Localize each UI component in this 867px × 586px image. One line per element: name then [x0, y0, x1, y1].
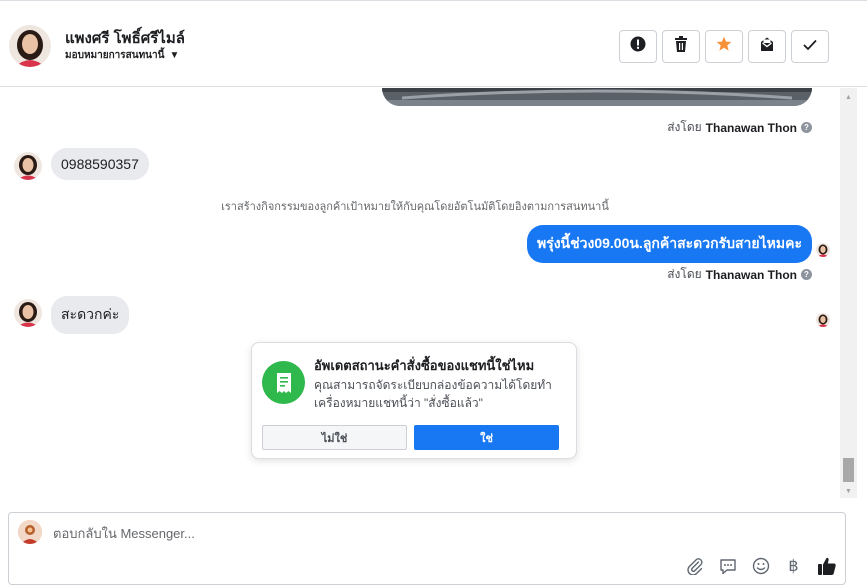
- info-icon[interactable]: ?: [801, 269, 812, 280]
- scrollbar-thumb[interactable]: [843, 458, 854, 482]
- sender-name[interactable]: Thanawan Thon: [706, 121, 797, 135]
- prompt-body: คุณสามารถจัดระเบียบกล่องข้อความได้โดยทำเ…: [314, 378, 552, 410]
- no-button[interactable]: ไม่ใช่: [262, 425, 407, 450]
- caret-down-icon: ▼: [169, 50, 180, 61]
- receipt-icon: [262, 361, 305, 404]
- scroll-down-icon[interactable]: ▼: [840, 484, 857, 498]
- yes-button[interactable]: ใช่: [414, 425, 559, 450]
- conversation-header: แพงศรี โพธิ์ศรีไมล์ มอบหมายการสนทนานี้ ▼: [0, 0, 867, 87]
- saved-reply-icon[interactable]: [717, 555, 738, 576]
- mark-unread-button[interactable]: [748, 30, 786, 63]
- prompt-title: อัพเดตสถานะคำสั่งซื้อของแชทนี้ใช่ไหม: [314, 358, 535, 373]
- assign-conversation-dropdown[interactable]: มอบหมายการสนทนานี้ ▼: [65, 48, 179, 63]
- info-icon[interactable]: ?: [801, 122, 812, 133]
- reply-input[interactable]: [53, 526, 653, 541]
- mark-done-button[interactable]: [791, 30, 829, 63]
- emoji-icon[interactable]: [750, 555, 771, 576]
- baht-icon[interactable]: ฿: [783, 555, 804, 576]
- scroll-up-icon[interactable]: ▲: [840, 90, 857, 104]
- star-button[interactable]: [705, 30, 743, 63]
- check-icon: [803, 38, 817, 56]
- order-status-prompt: อัพเดตสถานะคำสั่งซื้อของแชทนี้ใช่ไหม คุณ…: [251, 342, 577, 459]
- sent-by-label: ส่งโดย Thanawan Thon ?: [667, 265, 812, 284]
- delete-button[interactable]: [662, 30, 700, 63]
- contact-name[interactable]: แพงศรี โพธิ์ศรีไมล์: [65, 26, 185, 50]
- seen-avatar: [816, 313, 830, 327]
- incoming-message[interactable]: 0988590357: [51, 148, 149, 180]
- assign-label: มอบหมายการสนทนานี้: [65, 50, 165, 61]
- thread-scrollbar[interactable]: ▲ ▼: [840, 88, 857, 498]
- header-actions: [619, 30, 829, 63]
- reply-composer: ฿: [8, 512, 846, 585]
- sent-image-attachment[interactable]: [382, 88, 812, 106]
- mark-spam-button[interactable]: [619, 30, 657, 63]
- star-icon: [716, 36, 732, 57]
- paperclip-icon[interactable]: [684, 555, 705, 576]
- incoming-message[interactable]: สะดวกค่ะ: [51, 296, 130, 334]
- contact-avatar[interactable]: [9, 25, 51, 67]
- composer-tools: ฿: [684, 555, 837, 576]
- outgoing-message[interactable]: พรุ่งนี้ช่วง09.00น.ลูกค้าสะดวกรับสายไหมค…: [526, 225, 812, 263]
- system-note: เราสร้างกิจกรรมของลูกค้าเป้าหมายให้กับคุ…: [221, 201, 609, 213]
- contact-message-avatar: [14, 152, 42, 180]
- messenger-inbox: แพงศรี โพธิ์ศรีไมล์ มอบหมายการสนทนานี้ ▼: [0, 0, 867, 586]
- trash-icon: [674, 36, 688, 57]
- sent-by-prefix: ส่งโดย: [667, 267, 702, 281]
- mail-icon: [759, 36, 775, 57]
- page-avatar: [18, 520, 42, 544]
- contact-message-avatar: [14, 299, 42, 327]
- sent-by-prefix: ส่งโดย: [667, 120, 702, 134]
- thumbs-up-icon[interactable]: [816, 555, 837, 576]
- seen-avatar: [816, 243, 830, 257]
- sent-by-label: ส่งโดย Thanawan Thon ?: [667, 118, 812, 137]
- sender-name[interactable]: Thanawan Thon: [706, 268, 797, 282]
- alert-icon: [630, 36, 646, 57]
